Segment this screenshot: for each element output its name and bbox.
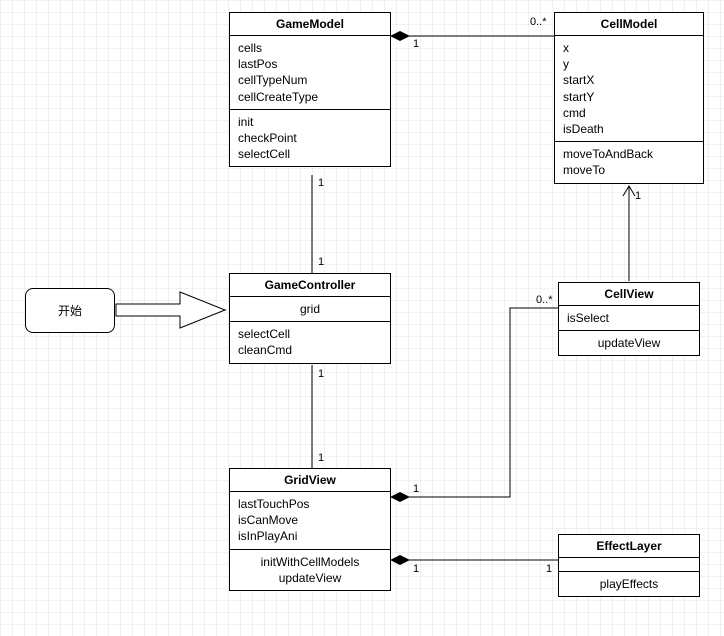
mult-label: 0..*	[530, 16, 547, 28]
class-ops: moveToAndBack moveTo	[555, 142, 703, 182]
mult-label: 1	[318, 452, 324, 464]
start-label: 开始	[58, 302, 82, 319]
mult-label: 1	[413, 563, 419, 575]
class-cell-view: CellView isSelect updateView	[558, 282, 700, 356]
mult-label: 1	[318, 177, 324, 189]
mult-label: 1	[318, 368, 324, 380]
class-game-model: GameModel cells lastPos cellTypeNum cell…	[229, 12, 391, 167]
class-effect-layer: EffectLayer playEffects	[558, 534, 700, 597]
class-ops: initWithCellModels updateView	[230, 550, 390, 590]
class-attrs: cells lastPos cellTypeNum cellCreateType	[230, 36, 390, 110]
class-ops: updateView	[559, 331, 699, 355]
mult-label: 0..*	[536, 294, 553, 306]
class-attrs: lastTouchPos isCanMove isInPlayAni	[230, 492, 390, 550]
mult-label: 1	[413, 38, 419, 50]
class-game-controller: GameController grid selectCell cleanCmd	[229, 273, 391, 364]
class-title: CellModel	[555, 13, 703, 36]
class-title: GameModel	[230, 13, 390, 36]
class-attrs	[559, 558, 699, 572]
class-title: CellView	[559, 283, 699, 306]
mult-label: 1	[546, 563, 552, 575]
class-ops: selectCell cleanCmd	[230, 322, 390, 362]
class-attrs: grid	[230, 297, 390, 322]
class-attrs: isSelect	[559, 306, 699, 331]
class-attrs: x y startX startY cmd isDeath	[555, 36, 703, 142]
class-grid-view: GridView lastTouchPos isCanMove isInPlay…	[229, 468, 391, 591]
mult-label: 1	[635, 190, 641, 202]
mult-label: 1	[413, 483, 419, 495]
class-ops: playEffects	[559, 572, 699, 596]
class-title: GridView	[230, 469, 390, 492]
mult-label: 1	[318, 256, 324, 268]
class-ops: init checkPoint selectCell	[230, 110, 390, 167]
class-title: EffectLayer	[559, 535, 699, 558]
uml-diagram: 开始 GameModel cells lastPos cellTypeNum c…	[0, 0, 724, 636]
class-title: GameController	[230, 274, 390, 297]
class-cell-model: CellModel x y startX startY cmd isDeath …	[554, 12, 704, 184]
start-node: 开始	[25, 288, 115, 333]
